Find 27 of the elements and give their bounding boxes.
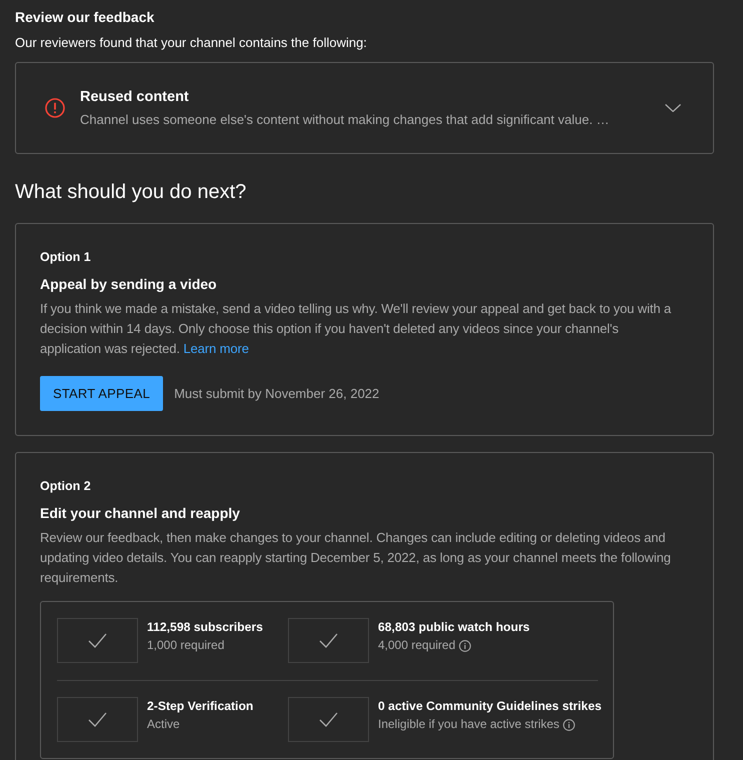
option-description: Review our feedback, then make changes to your channel. Changes can include editing or deleting videos and updating video details. You can reapply starting December 5, 2022, as long as your channel meets the following requirements. <box>40 529 672 587</box>
info-icon[interactable] <box>459 640 472 652</box>
requirement-detail: Active <box>147 716 180 733</box>
requirement-detail: 1,000 required <box>147 637 224 654</box>
issue-description: Channel uses someone else's content without making changes that add significant value. … <box>80 110 610 128</box>
requirement-title: 2-Step Verification <box>147 698 254 715</box>
option-title: Appeal by sending a video <box>40 275 218 294</box>
option-label: Option 2 <box>40 478 92 494</box>
error-icon <box>45 98 65 118</box>
requirement-title: 0 active Community Guidelines strikes <box>378 698 602 715</box>
learn-more-link[interactable]: Learn more <box>183 341 249 356</box>
start-appeal-button[interactable]: START APPEAL <box>40 376 164 411</box>
requirement-detail: 4,000 required <box>378 637 456 654</box>
section-title: Review our feedback <box>15 8 156 27</box>
issue-title: Reused content <box>80 88 190 106</box>
deadline-text: Must submit by November 26, 2022 <box>174 386 380 401</box>
requirement-title: 68,803 public watch hours <box>378 619 530 636</box>
option-label: Option 1 <box>40 249 92 265</box>
section-subtitle: Our reviewers found that your channel contains the following: <box>15 34 368 52</box>
requirement-detail: Ineligible if you have active strikes <box>378 716 560 733</box>
section-heading: What should you do next? <box>15 180 248 205</box>
option-title: Edit your channel and reapply <box>40 504 241 523</box>
chevron-icon[interactable] <box>665 104 681 112</box>
issue-card[interactable]: Reused content Channel uses someone else's content without making changes that add significant value. … <box>15 62 714 154</box>
info-icon[interactable] <box>563 718 576 730</box>
option-description: If you think we made a mistake, send a video telling us why. We'll review your appeal and get back to you with a decision within 14 days. Only choose this option if you haven't deleted any videos since your channel's application was rejected. Learn more <box>40 300 672 358</box>
requirement-title: 112,598 subscribers <box>147 619 263 636</box>
